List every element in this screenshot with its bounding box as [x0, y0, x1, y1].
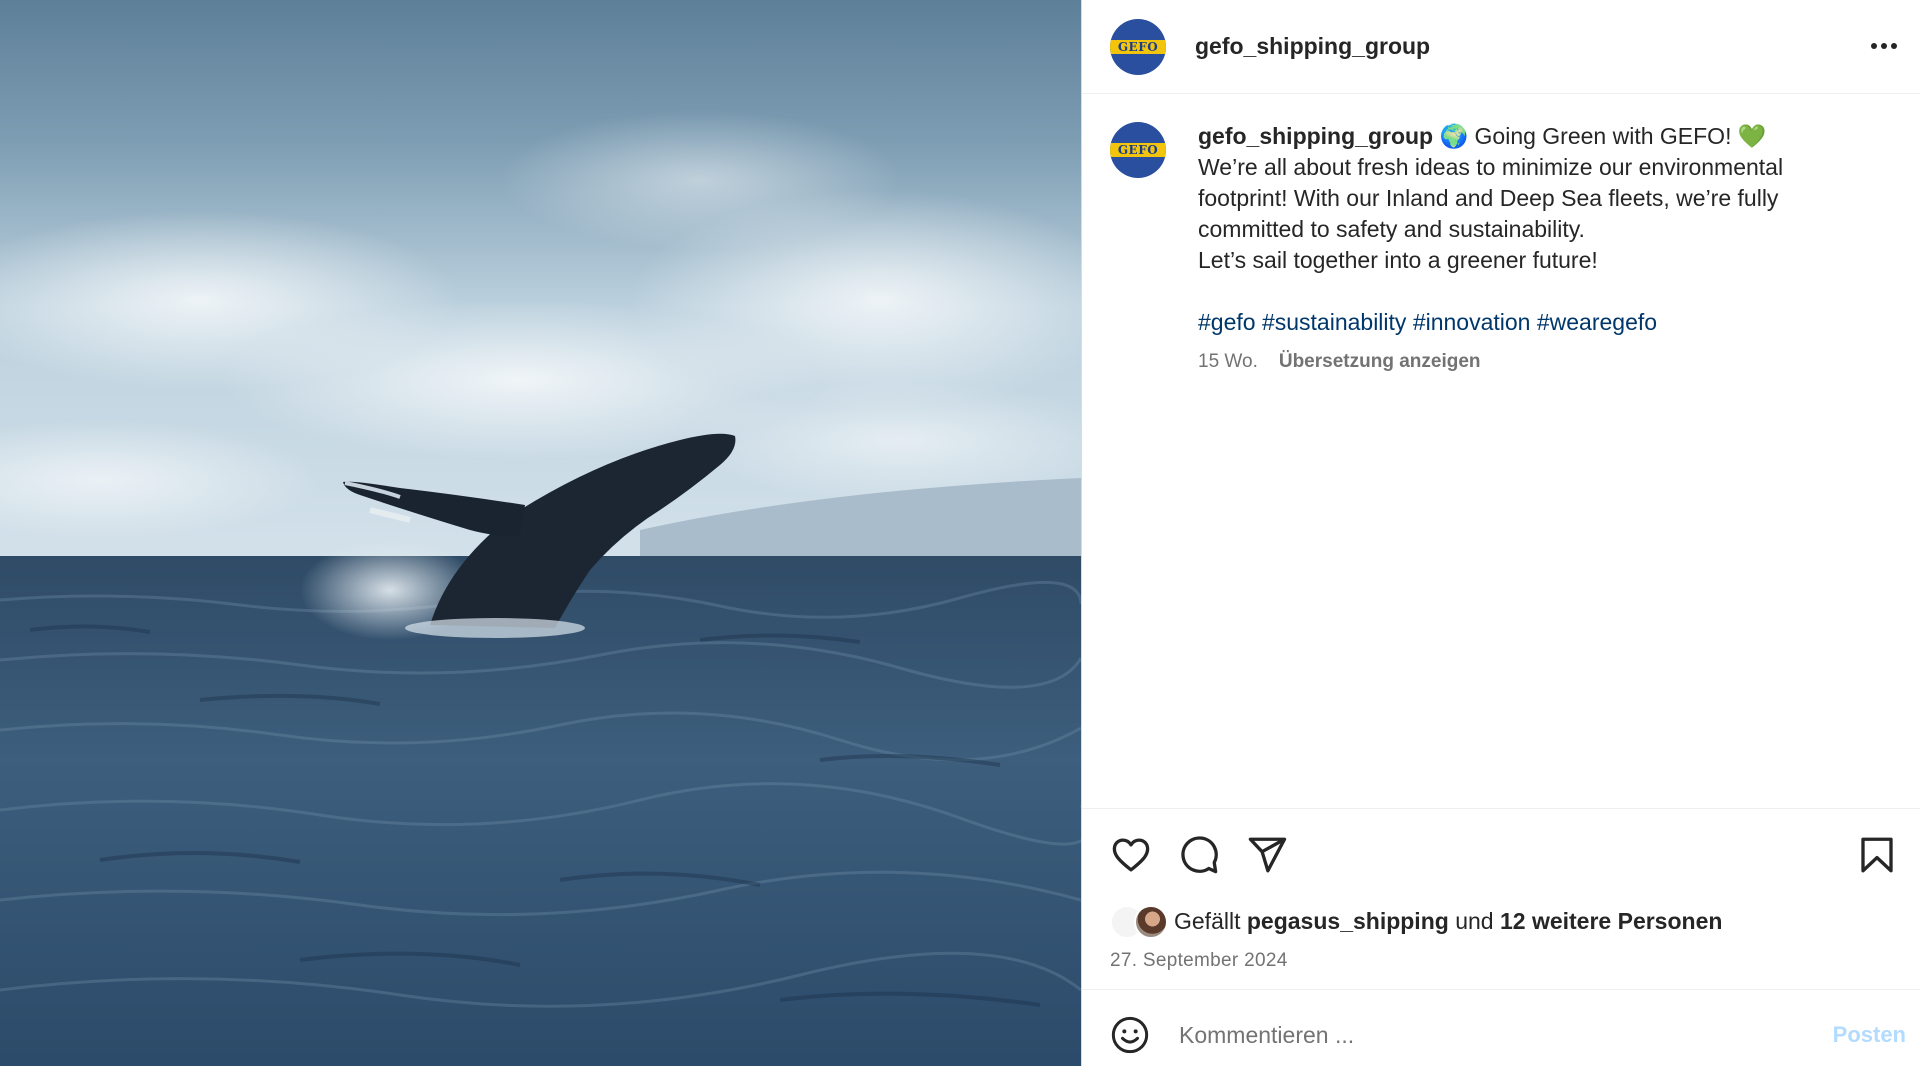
caption-first-line: gefo_shipping_group 🌍 Going Green with G…	[1198, 121, 1838, 152]
more-options-button[interactable]	[1868, 30, 1900, 62]
bookmark-icon	[1861, 837, 1893, 873]
comment-input[interactable]	[1177, 1016, 1781, 1054]
humpback-whale-photo	[0, 0, 1081, 1066]
post-modal: GEFO gefo_shipping_group GEFO gefo_shipp…	[0, 0, 1920, 1066]
paper-plane-icon	[1248, 837, 1287, 873]
hashtag-link[interactable]: #wearegefo	[1537, 309, 1657, 335]
likes-summary: Gefällt pegasus_shipping und 12 weitere …	[1110, 905, 1722, 939]
comment-button[interactable]	[1178, 834, 1220, 876]
actions-section: Gefällt pegasus_shipping und 12 weitere …	[1082, 808, 1920, 971]
hashtags: #gefo #sustainability #innovation #weare…	[1198, 307, 1838, 338]
emoji-button[interactable]	[1110, 1015, 1150, 1055]
hashtag-link[interactable]: #sustainability	[1262, 309, 1406, 335]
caption-avatar[interactable]: GEFO	[1110, 122, 1166, 178]
caption-line: We’re all about fresh ideas to minimize …	[1198, 154, 1784, 180]
like-button[interactable]	[1110, 834, 1152, 876]
liker-username[interactable]: pegasus_shipping	[1247, 908, 1449, 935]
comment-bar: Posten	[1082, 989, 1920, 1067]
more-horizontal-icon	[1871, 43, 1897, 49]
comment-icon	[1181, 836, 1218, 874]
caption-username[interactable]: gefo_shipping_group	[1198, 123, 1433, 149]
caption-line: Let’s sail together into a greener futur…	[1198, 247, 1598, 273]
smiley-icon	[1111, 1016, 1149, 1054]
header-username[interactable]: gefo_shipping_group	[1195, 33, 1430, 60]
profile-avatar[interactable]: GEFO	[1110, 18, 1166, 75]
post-age[interactable]: 15 Wo.	[1198, 346, 1258, 377]
share-button[interactable]	[1246, 834, 1288, 876]
caption-line: committed to safety and sustainability.	[1198, 216, 1585, 242]
post-header: GEFO gefo_shipping_group	[1082, 0, 1920, 94]
post-date[interactable]: 27. September 2024	[1110, 950, 1288, 972]
hashtag-link[interactable]: #gefo	[1198, 309, 1256, 335]
liker-avatar	[1134, 905, 1168, 939]
avatar-logo-text: GEFO	[1117, 143, 1159, 157]
caption-line: 🌍 Going Green with GEFO! 💚	[1433, 123, 1767, 149]
caption-block: GEFO gefo_shipping_group 🌍 Going Green w…	[1110, 121, 1880, 377]
post-image[interactable]	[0, 0, 1081, 1066]
save-button[interactable]	[1856, 834, 1898, 876]
caption-line: footprint! With our Inland and Deep Sea …	[1198, 185, 1779, 211]
likes-others-link[interactable]: 12 weitere Personen	[1500, 908, 1722, 935]
likes-prefix: Gefällt	[1174, 907, 1241, 934]
caption-meta: 15 Wo. Übersetzung anzeigen	[1198, 346, 1838, 377]
action-icons	[1082, 834, 1920, 874]
avatar-logo-text: GEFO	[1117, 39, 1159, 54]
caption-text: gefo_shipping_group 🌍 Going Green with G…	[1198, 121, 1838, 377]
post-comment-button[interactable]: Posten	[1833, 1022, 1906, 1048]
translate-button[interactable]: Übersetzung anzeigen	[1279, 346, 1481, 377]
hashtag-link[interactable]: #innovation	[1413, 309, 1531, 335]
likes-middle: und	[1455, 907, 1494, 934]
post-details-panel: GEFO gefo_shipping_group GEFO gefo_shipp…	[1081, 0, 1920, 1066]
liker-avatars[interactable]	[1110, 905, 1170, 939]
heart-icon	[1112, 838, 1150, 872]
